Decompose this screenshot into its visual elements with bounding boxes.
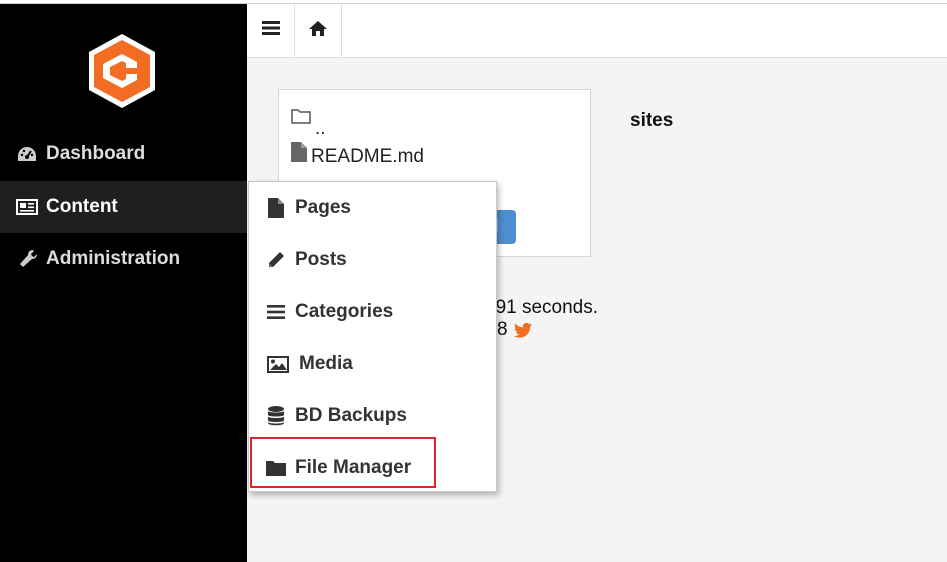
render-time-text: 391 seconds. bbox=[485, 297, 599, 318]
sidebar: Dashboard Content Administration bbox=[0, 4, 247, 562]
menu-item-pages[interactable]: Pages bbox=[249, 182, 496, 234]
menu-item-file-manager[interactable]: File Manager bbox=[249, 442, 496, 494]
version-suffix: 8 bbox=[497, 319, 508, 340]
menu-item-label: Media bbox=[299, 353, 353, 374]
home-icon bbox=[308, 20, 327, 41]
panel-title: sites bbox=[630, 110, 674, 131]
app-logo[interactable] bbox=[86, 32, 158, 110]
file-icon bbox=[265, 198, 287, 218]
file-icon bbox=[291, 142, 307, 168]
file-name: README.md bbox=[311, 146, 424, 167]
menu-item-bd-backups[interactable]: BD Backups bbox=[249, 390, 496, 442]
twitter-icon[interactable] bbox=[513, 322, 532, 338]
list-item[interactable]: README.md bbox=[291, 142, 424, 168]
menu-item-label: BD Backups bbox=[295, 405, 407, 426]
home-button[interactable] bbox=[294, 4, 342, 57]
sidebar-item-content[interactable]: Content bbox=[0, 181, 247, 233]
database-icon bbox=[265, 406, 287, 426]
sidebar-item-label: Administration bbox=[46, 248, 181, 269]
menu-item-label: Posts bbox=[295, 249, 347, 270]
sidebar-item-administration[interactable]: Administration bbox=[0, 233, 247, 285]
list-icon bbox=[265, 302, 287, 322]
dashboard-icon bbox=[16, 144, 38, 164]
menu-toggle-button[interactable] bbox=[247, 4, 295, 57]
menu-item-label: Pages bbox=[295, 197, 351, 218]
menu-item-categories[interactable]: Categories bbox=[249, 286, 496, 338]
hamburger-icon bbox=[261, 21, 280, 40]
sidebar-item-label: Content bbox=[46, 196, 118, 217]
folder-icon bbox=[291, 108, 311, 130]
version-text: 8 bbox=[497, 319, 532, 341]
folder-icon bbox=[265, 458, 287, 478]
menu-item-media[interactable]: Media bbox=[249, 338, 496, 390]
menu-item-posts[interactable]: Posts bbox=[249, 234, 496, 286]
wrench-icon bbox=[16, 249, 38, 269]
menu-item-label: File Manager bbox=[295, 457, 412, 478]
sidebar-item-label: Dashboard bbox=[46, 143, 146, 164]
menu-item-label: Categories bbox=[295, 301, 394, 322]
sidebar-item-dashboard[interactable]: Dashboard bbox=[0, 128, 247, 180]
newspaper-icon bbox=[16, 197, 38, 217]
parent-dir-label[interactable]: .. bbox=[315, 118, 326, 140]
list-item[interactable] bbox=[291, 108, 317, 130]
image-icon bbox=[265, 354, 291, 374]
top-bar bbox=[247, 4, 947, 58]
pencil-icon bbox=[265, 250, 287, 270]
content-dropdown-menu: Pages Posts Categories Media BD Backups … bbox=[248, 181, 497, 492]
